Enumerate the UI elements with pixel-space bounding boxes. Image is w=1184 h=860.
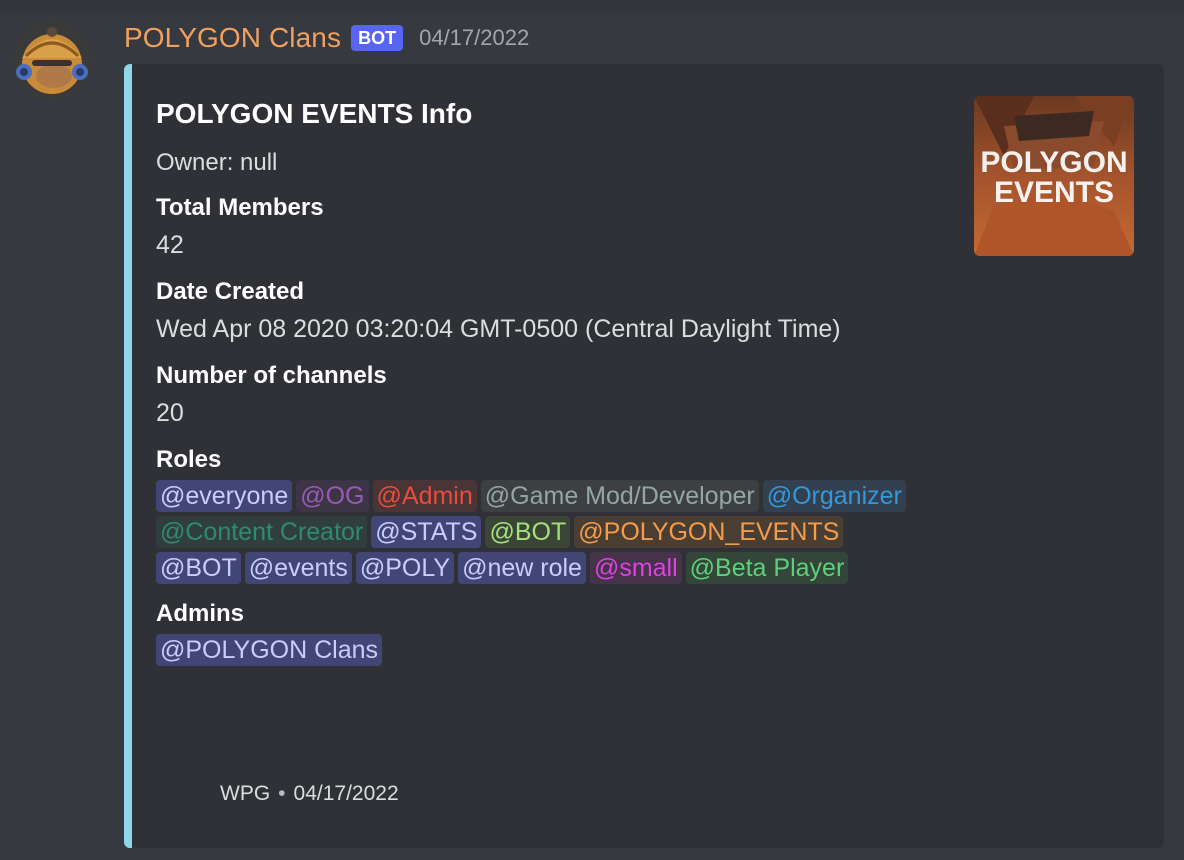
field-name: Admins: [156, 600, 245, 627]
field-value: 20: [156, 399, 184, 427]
field-date-created: Date Created Wed Apr 08 2020 03:20:04 GM…: [156, 274, 1134, 348]
field-name: Number of channels: [156, 362, 387, 389]
admins-list: @POLYGON Clans: [156, 632, 916, 668]
role-mention[interactable]: @Admin: [372, 480, 477, 512]
role-mention[interactable]: @new role: [458, 552, 586, 584]
polygon-events-logo: POLYGON EVENTS: [974, 96, 1134, 256]
role-mention[interactable]: @events: [244, 552, 352, 584]
role-mention[interactable]: @BOT: [485, 516, 571, 548]
message-header: POLYGON Clans BOT 04/17/2022: [124, 20, 529, 56]
footer-separator: •: [278, 782, 286, 805]
field-name: Roles: [156, 446, 222, 473]
svg-text:EVENTS: EVENTS: [994, 176, 1114, 209]
role-mention[interactable]: @Organizer: [762, 480, 906, 512]
svg-text:POLYGON: POLYGON: [980, 146, 1127, 179]
role-mention[interactable]: @Content Creator: [156, 516, 368, 548]
role-mention[interactable]: @STATS: [371, 516, 482, 548]
field-name: Date Created: [156, 278, 305, 305]
avatar-mechanic-icon: [12, 20, 92, 100]
embed-card: POLYGON EVENTS Info Owner: null Total Me…: [124, 64, 1164, 848]
role-mention[interactable]: @small: [589, 552, 682, 584]
embed-thumbnail[interactable]: POLYGON EVENTS: [974, 96, 1134, 256]
role-mention[interactable]: @everyone: [156, 480, 293, 512]
role-mention[interactable]: @Beta Player: [685, 552, 849, 584]
footer-text: WPG: [220, 782, 271, 805]
username[interactable]: POLYGON Clans: [124, 22, 341, 54]
admin-mention[interactable]: @POLYGON Clans: [156, 634, 383, 666]
role-mention[interactable]: @OG: [296, 480, 369, 512]
embed-footer: WPG • 04/17/2022: [220, 782, 399, 806]
message-timestamp: 04/17/2022: [419, 25, 530, 50]
roles-list: @everyone @OG @Admin @Game Mod/Developer @Or…: [156, 478, 916, 586]
field-value: Wed Apr 08 2020 03:20:04 GMT-0500 (Centr…: [156, 315, 841, 343]
chat-message: POLYGON Clans BOT 04/17/2022 POLYGON EVE…: [0, 0, 1184, 860]
role-mention[interactable]: @POLYGON_EVENTS: [574, 516, 844, 548]
field-admins: Admins @POLYGON Clans: [156, 596, 1134, 668]
role-mention[interactable]: @Game Mod/Developer: [480, 480, 759, 512]
bot-avatar[interactable]: [12, 20, 92, 100]
role-mention[interactable]: @BOT: [156, 552, 241, 584]
field-number-of-channels: Number of channels 20: [156, 358, 1134, 432]
footer-timestamp: 04/17/2022: [293, 782, 399, 805]
bot-badge: BOT: [351, 25, 404, 51]
field-roles: Roles @everyone @OG @Admin @Game Mod/Develo…: [156, 442, 1134, 586]
role-mention[interactable]: @POLY: [355, 552, 455, 584]
